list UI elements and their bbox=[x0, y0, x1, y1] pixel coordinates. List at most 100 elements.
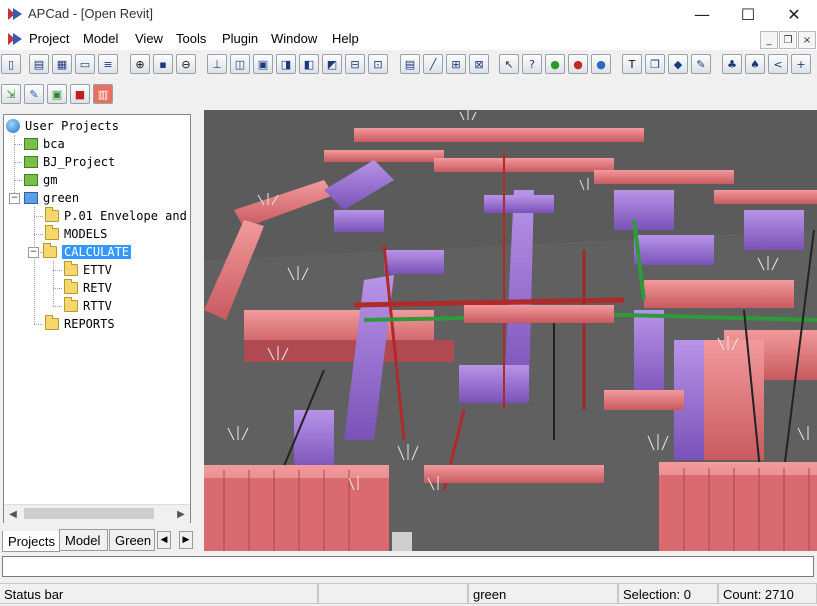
delete-icon: ▥ bbox=[97, 87, 109, 101]
view-bottom-icon: ⊡ bbox=[373, 57, 383, 71]
maximize-button[interactable]: ☐ bbox=[725, 0, 771, 28]
scrollbar-thumb[interactable] bbox=[24, 508, 154, 519]
tree-item-label: REPORTS bbox=[64, 317, 115, 331]
zoom-out-button[interactable]: ⊖ bbox=[176, 54, 196, 74]
status-bar: Status bar green Selection: 0 Count: 271… bbox=[0, 580, 817, 606]
menu-help[interactable]: Help bbox=[332, 31, 359, 46]
tree-item-bj-project[interactable]: BJ_Project bbox=[24, 153, 115, 171]
mdi-minimize-button[interactable]: _ bbox=[760, 31, 778, 49]
tree-item-bca[interactable]: bca bbox=[24, 135, 65, 153]
secondary-toolbar: ⇲ ✎ ▣ ■ ▥ bbox=[0, 80, 817, 108]
line-button[interactable]: ╱ bbox=[423, 54, 443, 74]
properties-button[interactable]: ▤ bbox=[400, 54, 420, 74]
zoom-in-button[interactable]: ⊕ bbox=[130, 54, 150, 74]
menu-project[interactable]: Project bbox=[29, 31, 69, 46]
tree-item-label: bca bbox=[43, 137, 65, 151]
tree2-button[interactable]: ♠ bbox=[745, 54, 765, 74]
pointer-button[interactable]: ↖ bbox=[499, 54, 519, 74]
tree-button[interactable]: ♣ bbox=[722, 54, 742, 74]
import-button[interactable]: ⇲ bbox=[1, 84, 21, 104]
list-button[interactable]: ≡ bbox=[98, 54, 118, 74]
menu-tools[interactable]: Tools bbox=[176, 31, 206, 46]
pen-icon: ✎ bbox=[696, 57, 706, 71]
select-blue-button[interactable]: ● bbox=[591, 54, 611, 74]
tree-item-label: P.01 Envelope and bbox=[64, 209, 187, 223]
axis-button[interactable]: ⊥ bbox=[207, 54, 227, 74]
share-button[interactable]: < bbox=[768, 54, 788, 74]
panel-splitter[interactable] bbox=[194, 110, 204, 551]
save-icon: ▪ bbox=[159, 57, 167, 71]
tree-add-button[interactable]: + bbox=[791, 54, 811, 74]
tab-model[interactable]: Model bbox=[59, 529, 108, 551]
project-tree[interactable]: User Projects bca BJ_Project gm − green … bbox=[3, 114, 191, 523]
new-button[interactable]: ▯ bbox=[1, 54, 21, 74]
lock-button[interactable]: ■ bbox=[70, 84, 90, 104]
new-icon: ▯ bbox=[7, 57, 15, 71]
view-top-button[interactable]: ⊟ bbox=[345, 54, 365, 74]
mdi-close-button[interactable]: × bbox=[798, 31, 816, 49]
tab-next-icon[interactable]: ▶ bbox=[179, 531, 193, 549]
mdi-restore-button[interactable]: ❐ bbox=[779, 31, 797, 49]
view-left-button[interactable]: ◧ bbox=[299, 54, 319, 74]
tree-item-calculate[interactable]: − CALCULATE bbox=[28, 243, 132, 261]
open-button[interactable]: ▤ bbox=[29, 54, 49, 74]
command-line-input[interactable] bbox=[2, 556, 814, 577]
tree-item-ettv[interactable]: ETTV bbox=[64, 261, 112, 279]
align-center-button[interactable]: ⊞ bbox=[446, 54, 466, 74]
tree-item-rttv[interactable]: RTTV bbox=[64, 297, 112, 315]
view-front-button[interactable]: ▣ bbox=[253, 54, 273, 74]
menu-plugin[interactable]: Plugin bbox=[222, 31, 258, 46]
view-back-button[interactable]: ◨ bbox=[276, 54, 296, 74]
tab-projects[interactable]: Projects bbox=[2, 531, 60, 552]
tree-item-gm[interactable]: gm bbox=[24, 171, 57, 189]
box-button[interactable]: ◫ bbox=[230, 54, 250, 74]
image-button[interactable]: ▣ bbox=[47, 84, 67, 104]
window-button[interactable]: ▭ bbox=[75, 54, 95, 74]
tree-root-label: User Projects bbox=[25, 119, 119, 133]
shape-button[interactable]: ◆ bbox=[668, 54, 688, 74]
collapse-icon[interactable]: − bbox=[9, 192, 20, 204]
tree-item-retv[interactable]: RETV bbox=[64, 279, 112, 297]
view-back-icon: ◨ bbox=[280, 57, 292, 71]
tree-add-icon: + bbox=[796, 57, 806, 71]
menu-window[interactable]: Window bbox=[271, 31, 317, 46]
tree-item-reports[interactable]: REPORTS bbox=[45, 315, 115, 333]
tree-item-green[interactable]: − green bbox=[9, 189, 79, 207]
status-empty-panel bbox=[318, 583, 468, 604]
pen-button[interactable]: ✎ bbox=[691, 54, 711, 74]
select-red-button[interactable]: ● bbox=[568, 54, 588, 74]
tree-item-label: MODELS bbox=[64, 227, 108, 241]
tab-prev-icon[interactable]: ◀ bbox=[157, 531, 171, 549]
text-button[interactable]: T bbox=[622, 54, 642, 74]
status-selection: Selection: 0 bbox=[618, 583, 718, 604]
align-h-icon: ⊠ bbox=[474, 57, 484, 71]
tree-horizontal-scrollbar[interactable]: ◀ ▶ bbox=[4, 504, 190, 523]
tree-item-envelope[interactable]: P.01 Envelope and bbox=[45, 207, 187, 225]
close-button[interactable]: ✕ bbox=[771, 0, 817, 28]
save-button[interactable]: ▪ bbox=[153, 54, 173, 74]
menu-model[interactable]: Model bbox=[83, 31, 118, 46]
tree-item-models[interactable]: MODELS bbox=[45, 225, 107, 243]
grid-button[interactable]: ▦ bbox=[52, 54, 72, 74]
import-icon: ⇲ bbox=[6, 87, 16, 101]
scroll-left-icon[interactable]: ◀ bbox=[4, 505, 22, 523]
folder-icon bbox=[64, 297, 78, 312]
zoom-out-icon: ⊖ bbox=[181, 57, 191, 71]
tree-root[interactable]: User Projects bbox=[6, 117, 119, 135]
select-green-button[interactable]: ● bbox=[545, 54, 565, 74]
scroll-right-icon[interactable]: ▶ bbox=[172, 505, 190, 523]
lock-icon: ■ bbox=[74, 87, 86, 101]
view-right-button[interactable]: ◩ bbox=[322, 54, 342, 74]
menu-view[interactable]: View bbox=[135, 31, 163, 46]
align-h-button[interactable]: ⊠ bbox=[469, 54, 489, 74]
view-bottom-button[interactable]: ⊡ bbox=[368, 54, 388, 74]
edit-button[interactable]: ✎ bbox=[24, 84, 44, 104]
tab-green-mark[interactable]: Green Mark bbox=[109, 529, 155, 551]
3d-viewport[interactable] bbox=[204, 110, 817, 551]
select-blue-icon: ● bbox=[596, 57, 606, 71]
delete-button[interactable]: ▥ bbox=[93, 84, 113, 104]
copy-button[interactable]: ❐ bbox=[645, 54, 665, 74]
collapse-icon[interactable]: − bbox=[28, 246, 39, 258]
help-pointer-button[interactable]: ? bbox=[522, 54, 542, 74]
minimize-button[interactable]: — bbox=[679, 0, 725, 28]
